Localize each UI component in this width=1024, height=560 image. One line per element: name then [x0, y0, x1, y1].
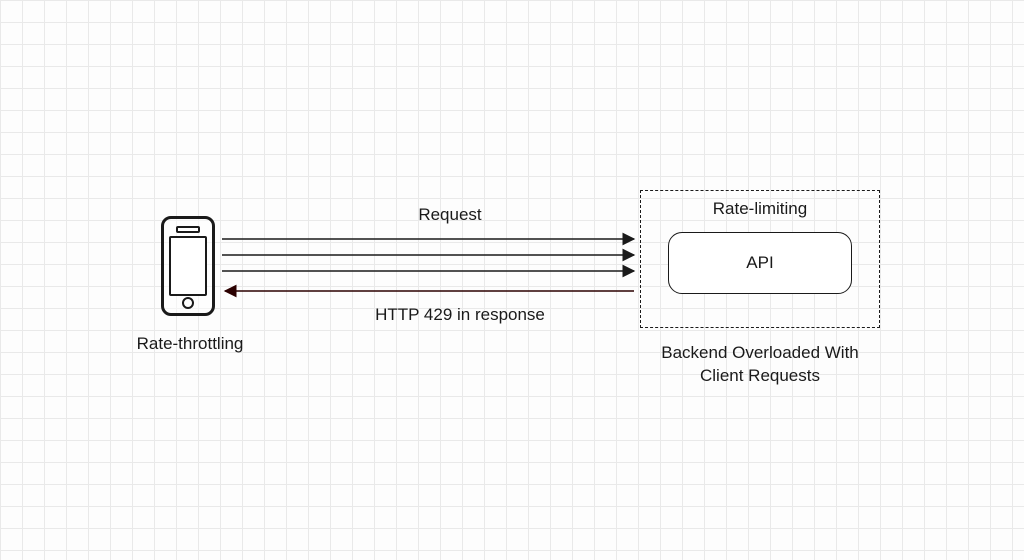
server-box-title: Rate-limiting [690, 199, 830, 219]
server-caption: Backend Overloaded With Client Requests [640, 342, 880, 388]
request-label: Request [360, 205, 540, 225]
api-box: API [668, 232, 852, 294]
client-label: Rate-throttling [120, 334, 260, 354]
api-label: API [746, 253, 773, 273]
response-label: HTTP 429 in response [330, 305, 590, 325]
client-device-icon [161, 216, 215, 316]
